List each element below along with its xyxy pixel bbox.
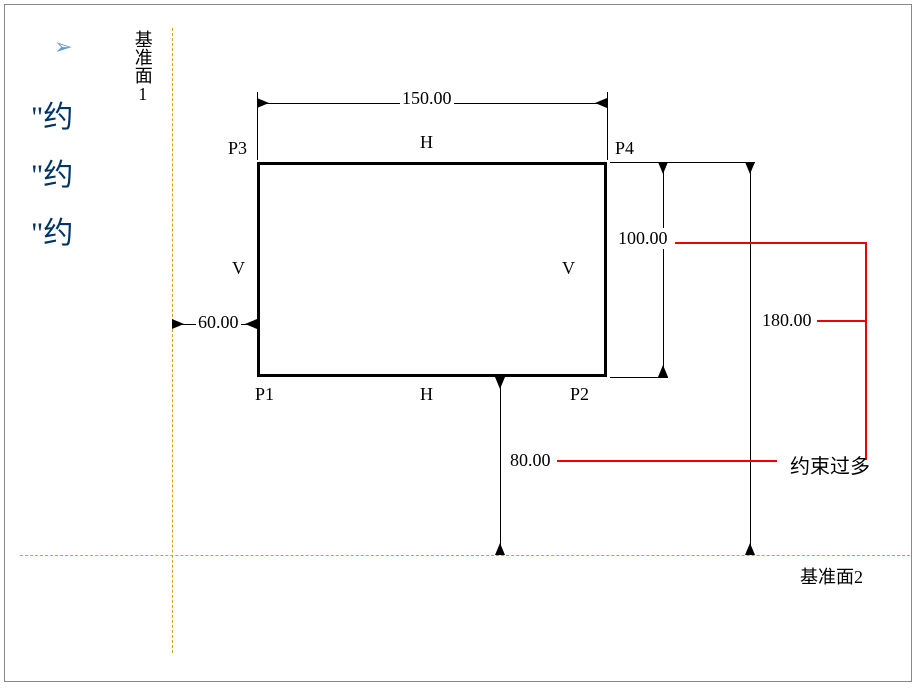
- ext-line-width-r: [607, 92, 608, 160]
- dim-full-text: 180.00: [760, 310, 814, 331]
- dim-width-text: 150.00: [400, 88, 454, 109]
- red-line-mid: [817, 320, 865, 322]
- red-line-vert: [865, 242, 867, 460]
- arrow-width-left-icon: [257, 98, 269, 108]
- arrow-height-top-icon: [658, 162, 668, 174]
- datum-label-1: 基准面1: [132, 30, 152, 104]
- side-text-2: "约: [31, 150, 73, 194]
- dim-height-text: 100.00: [616, 228, 670, 249]
- arrow-width-right-icon: [595, 98, 607, 108]
- arrow-height-bot-icon: [658, 365, 668, 377]
- arrow-ox-left-icon: [172, 319, 184, 329]
- arrow-full-top-icon: [745, 162, 755, 174]
- edge-bottom-h: H: [420, 384, 433, 405]
- arrow-oy-bot-icon: [495, 543, 505, 555]
- arrow-oy-top-icon: [495, 377, 505, 389]
- dim-line-full: [750, 162, 751, 555]
- side-text-1: "约: [31, 92, 73, 136]
- datum-label-2: 基准面2: [800, 568, 863, 588]
- dim-ox-text: 60.00: [196, 312, 241, 333]
- dim-line-oy: [500, 377, 501, 555]
- ext-line-full-top: [610, 162, 755, 163]
- label-p2: P2: [570, 384, 589, 405]
- datum-line-2: [20, 555, 910, 556]
- ext-line-width-l: [257, 92, 258, 160]
- red-line-80: [557, 460, 777, 462]
- overconstraint-label: 约束过多: [790, 450, 870, 479]
- datum-line-1: [172, 28, 173, 653]
- edge-left-v: V: [232, 258, 245, 279]
- label-p1: P1: [255, 384, 274, 405]
- dim-oy-text: 80.00: [508, 450, 553, 471]
- edge-right-v: V: [562, 258, 575, 279]
- bullet-icon: ➢: [54, 34, 72, 60]
- arrow-ox-right-icon: [245, 319, 257, 329]
- main-rectangle: [257, 162, 607, 377]
- label-p4: P4: [615, 138, 634, 159]
- label-p3: P3: [228, 138, 247, 159]
- ext-line-h-bot: [610, 377, 668, 378]
- edge-top-h: H: [420, 132, 433, 153]
- red-line-top: [675, 242, 865, 244]
- arrow-full-bot-icon: [745, 543, 755, 555]
- dim-line-height: [663, 162, 664, 377]
- side-text-3: "约: [31, 208, 73, 252]
- diagram-canvas: ➢ "约 "约 "约 基准面1 基准面2 P1 P2 P3 P4 H H V V…: [0, 0, 920, 690]
